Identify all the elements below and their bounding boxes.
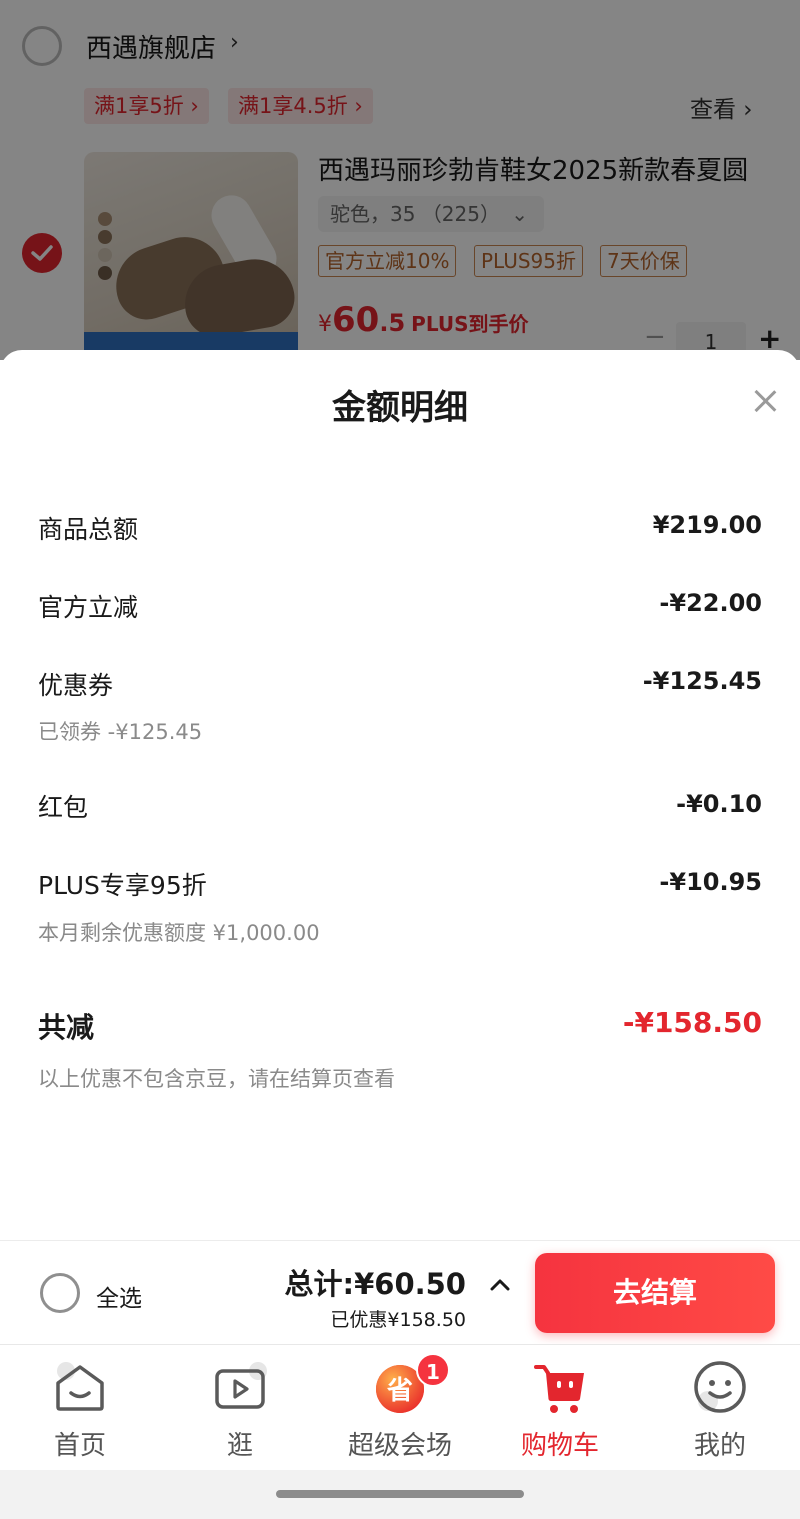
total-reduction-label: 共减: [38, 1011, 95, 1044]
detail-row-label: 商品总额: [38, 515, 139, 544]
detail-row-value: -¥10.95: [659, 868, 762, 896]
checkout-button[interactable]: 去结算: [535, 1253, 775, 1333]
detail-row-subtext: 已领券 -¥125.45: [38, 720, 203, 744]
detail-row-label: PLUS专享95折: [38, 871, 207, 900]
notification-badge: 1: [416, 1353, 450, 1387]
sheet-title: 金额明细: [332, 388, 468, 428]
total-price[interactable]: 总计:¥60.50: [284, 1261, 466, 1303]
tab-profile[interactable]: 我的: [640, 1345, 800, 1471]
tab-browse[interactable]: 逛: [160, 1345, 320, 1471]
home-indicator[interactable]: [276, 1490, 524, 1498]
cart-background: 西遇旗舰店 › 满1享5折 › 满1享4.5折 › 查看 › 西遇玛丽珍勃肯鞋女…: [0, 0, 800, 366]
detail-row-label: 官方立减: [38, 593, 139, 622]
detail-row-subtext: 本月剩余优惠额度 ¥1,000.00: [38, 921, 320, 945]
select-all-radio[interactable]: [40, 1273, 80, 1313]
sheet-note: 以上优惠不包含京豆，请在结算页查看: [38, 1067, 395, 1091]
detail-row-value: ¥219.00: [652, 511, 762, 539]
tab-label: 逛: [226, 1431, 253, 1461]
close-icon[interactable]: [752, 388, 778, 414]
tab-home[interactable]: 首页: [0, 1345, 160, 1471]
detail-row-label: 红包: [38, 793, 89, 822]
chevron-up-icon[interactable]: [488, 1277, 512, 1293]
bottom-tab-bar: 首页 逛 省 1 超级会场 购物车 我的: [0, 1344, 800, 1470]
tab-label: 首页: [53, 1431, 106, 1461]
tab-super-venue[interactable]: 省 1 超级会场: [320, 1345, 480, 1471]
home-icon: [56, 1362, 104, 1411]
system-gesture-area: [0, 1470, 800, 1519]
detail-row-label: 优惠券: [38, 671, 114, 700]
profile-icon: [694, 1361, 746, 1413]
select-all-label[interactable]: 全选: [96, 1279, 142, 1313]
detail-row-value: -¥0.10: [676, 790, 762, 818]
checkout-bar: 全选 总计:¥60.50 已优惠¥158.50 去结算: [0, 1240, 800, 1344]
tab-cart[interactable]: 购物车: [480, 1345, 640, 1471]
detail-row-value: -¥125.45: [642, 667, 762, 695]
detail-row-value: -¥22.00: [659, 589, 762, 617]
cart-icon: [534, 1365, 584, 1413]
amount-detail-sheet: 金额明细 商品总额 ¥219.00 官方立减 -¥22.00 优惠券 -¥125…: [0, 350, 800, 1350]
modal-overlay[interactable]: [0, 0, 800, 360]
video-icon: [215, 1362, 267, 1409]
saved-amount[interactable]: 已优惠¥158.50: [330, 1305, 466, 1332]
tab-label: 超级会场: [347, 1431, 452, 1461]
total-reduction-value: -¥158.50: [622, 1006, 762, 1039]
tab-label: 购物车: [520, 1431, 599, 1461]
svg-text:省: 省: [386, 1376, 413, 1406]
tab-label: 我的: [693, 1431, 746, 1461]
